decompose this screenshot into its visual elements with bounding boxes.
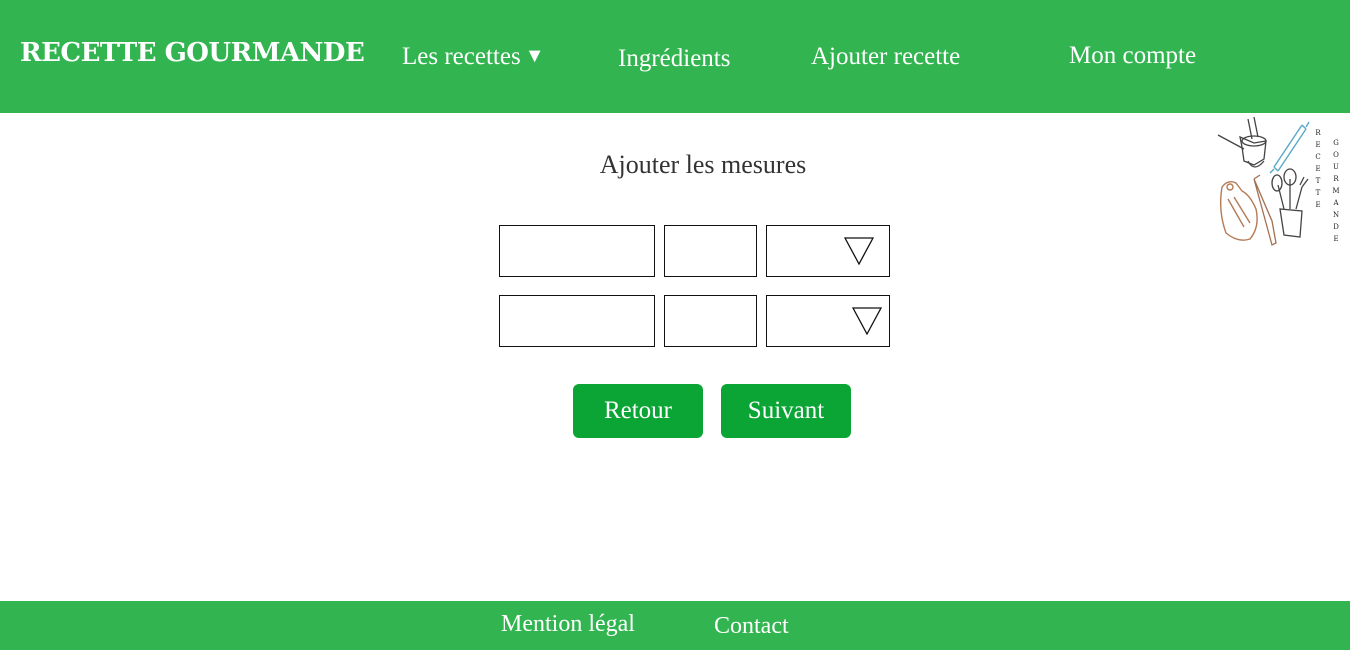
footer-contact-link[interactable]: Contact [714,613,789,640]
svg-text:T: T [1316,189,1321,197]
top-navbar: RECETTE GOURMANDE Les recettes ▼ Ingrédie… [0,0,1350,113]
dropdown-triangle-icon [852,307,882,335]
nav-ingredients[interactable]: Ingrédients [618,45,730,73]
nav-ajouter-recette[interactable]: Ajouter recette [811,43,960,71]
unit-select-row-1[interactable] [766,225,890,277]
nav-les-recettes-label: Les recettes [402,43,521,70]
footer: Mention légal Contact [0,601,1350,650]
site-brand[interactable]: RECETTE GOURMANDE [20,38,365,68]
footer-mention-legal-link[interactable]: Mention légal [501,611,635,638]
next-button[interactable]: Suivant [721,384,851,438]
svg-text:R: R [1315,129,1321,137]
page: RECETTE GOURMANDE Les recettes ▼ Ingrédie… [0,0,1350,650]
svg-text:M: M [1332,187,1339,195]
page-title: Ajouter les mesures [599,150,807,179]
back-button[interactable]: Retour [573,384,703,438]
dropdown-caret-icon: ▼ [524,45,545,67]
quantity-input-row-1[interactable] [664,225,757,277]
kitchen-utensils-icon: R E C E T T E G O U R M A N D E [1217,116,1340,246]
nav-les-recettes[interactable]: Les recettes ▼ [402,43,544,71]
unit-select-row-2[interactable] [766,295,890,347]
kitchen-utensils-logo: R E C E T T E G O U R M A N D E [1214,115,1350,255]
svg-text:A: A [1332,199,1339,207]
svg-text:D: D [1333,223,1339,231]
dropdown-triangle-icon [844,237,874,265]
svg-text:G: G [1333,139,1339,147]
svg-text:N: N [1333,211,1339,219]
svg-text:E: E [1333,235,1338,243]
svg-text:E: E [1315,201,1320,209]
quantity-input-row-2[interactable] [664,295,757,347]
svg-text:E: E [1315,141,1320,149]
ingredient-input-row-2[interactable] [499,295,655,347]
nav-mon-compte[interactable]: Mon compte [1069,42,1196,70]
ingredient-input-row-1[interactable] [499,225,655,277]
